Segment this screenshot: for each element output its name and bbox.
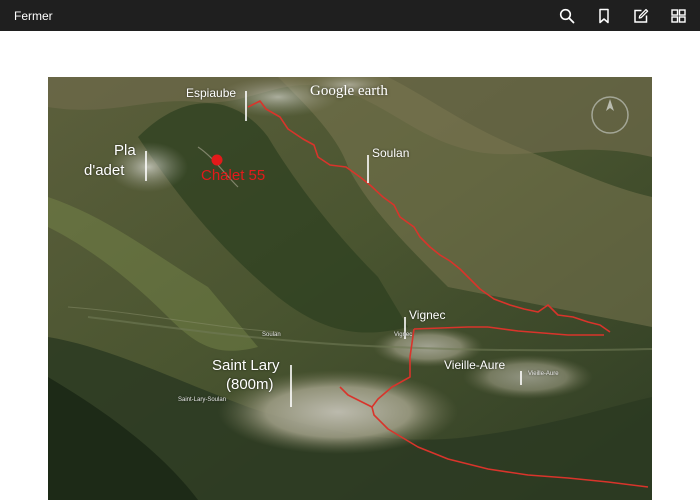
- search-icon[interactable]: [552, 0, 582, 31]
- label-soulan: Soulan: [372, 146, 410, 160]
- edit-icon[interactable]: [626, 0, 656, 31]
- label-vieille-aure: Vieille-Aure: [444, 358, 506, 372]
- label-saint-lary-line1: Saint Lary: [212, 357, 280, 374]
- label-soulan-small: Soulan: [262, 332, 281, 338]
- satellite-map-image: Google earth Espiaube Pla d'adet Chalet …: [48, 77, 652, 500]
- satellite-terrain: [48, 77, 652, 500]
- google-earth-logo: Google earth: [310, 83, 388, 99]
- bookmark-icon[interactable]: [589, 0, 619, 31]
- label-vieille-aure-small: Vieille-Aure: [528, 371, 559, 377]
- toolbar-actions: [552, 0, 700, 31]
- label-chalet: Chalet 55: [201, 167, 266, 184]
- label-pla-adet-line2: d'adet: [84, 162, 125, 179]
- label-pla-adet-line1: Pla: [114, 142, 136, 159]
- grid-icon[interactable]: [663, 0, 693, 31]
- close-button[interactable]: Fermer: [14, 9, 53, 23]
- label-saint-lary-line2: (800m): [226, 376, 274, 393]
- label-saint-lary-small: Saint-Lary-Soulan: [178, 397, 227, 403]
- label-vignec: Vignec: [409, 308, 446, 322]
- label-vignec-small: Vignec: [394, 332, 413, 338]
- top-toolbar: Fermer: [0, 0, 700, 31]
- label-espiaube: Espiaube: [186, 86, 237, 100]
- chalet-marker: [211, 154, 223, 166]
